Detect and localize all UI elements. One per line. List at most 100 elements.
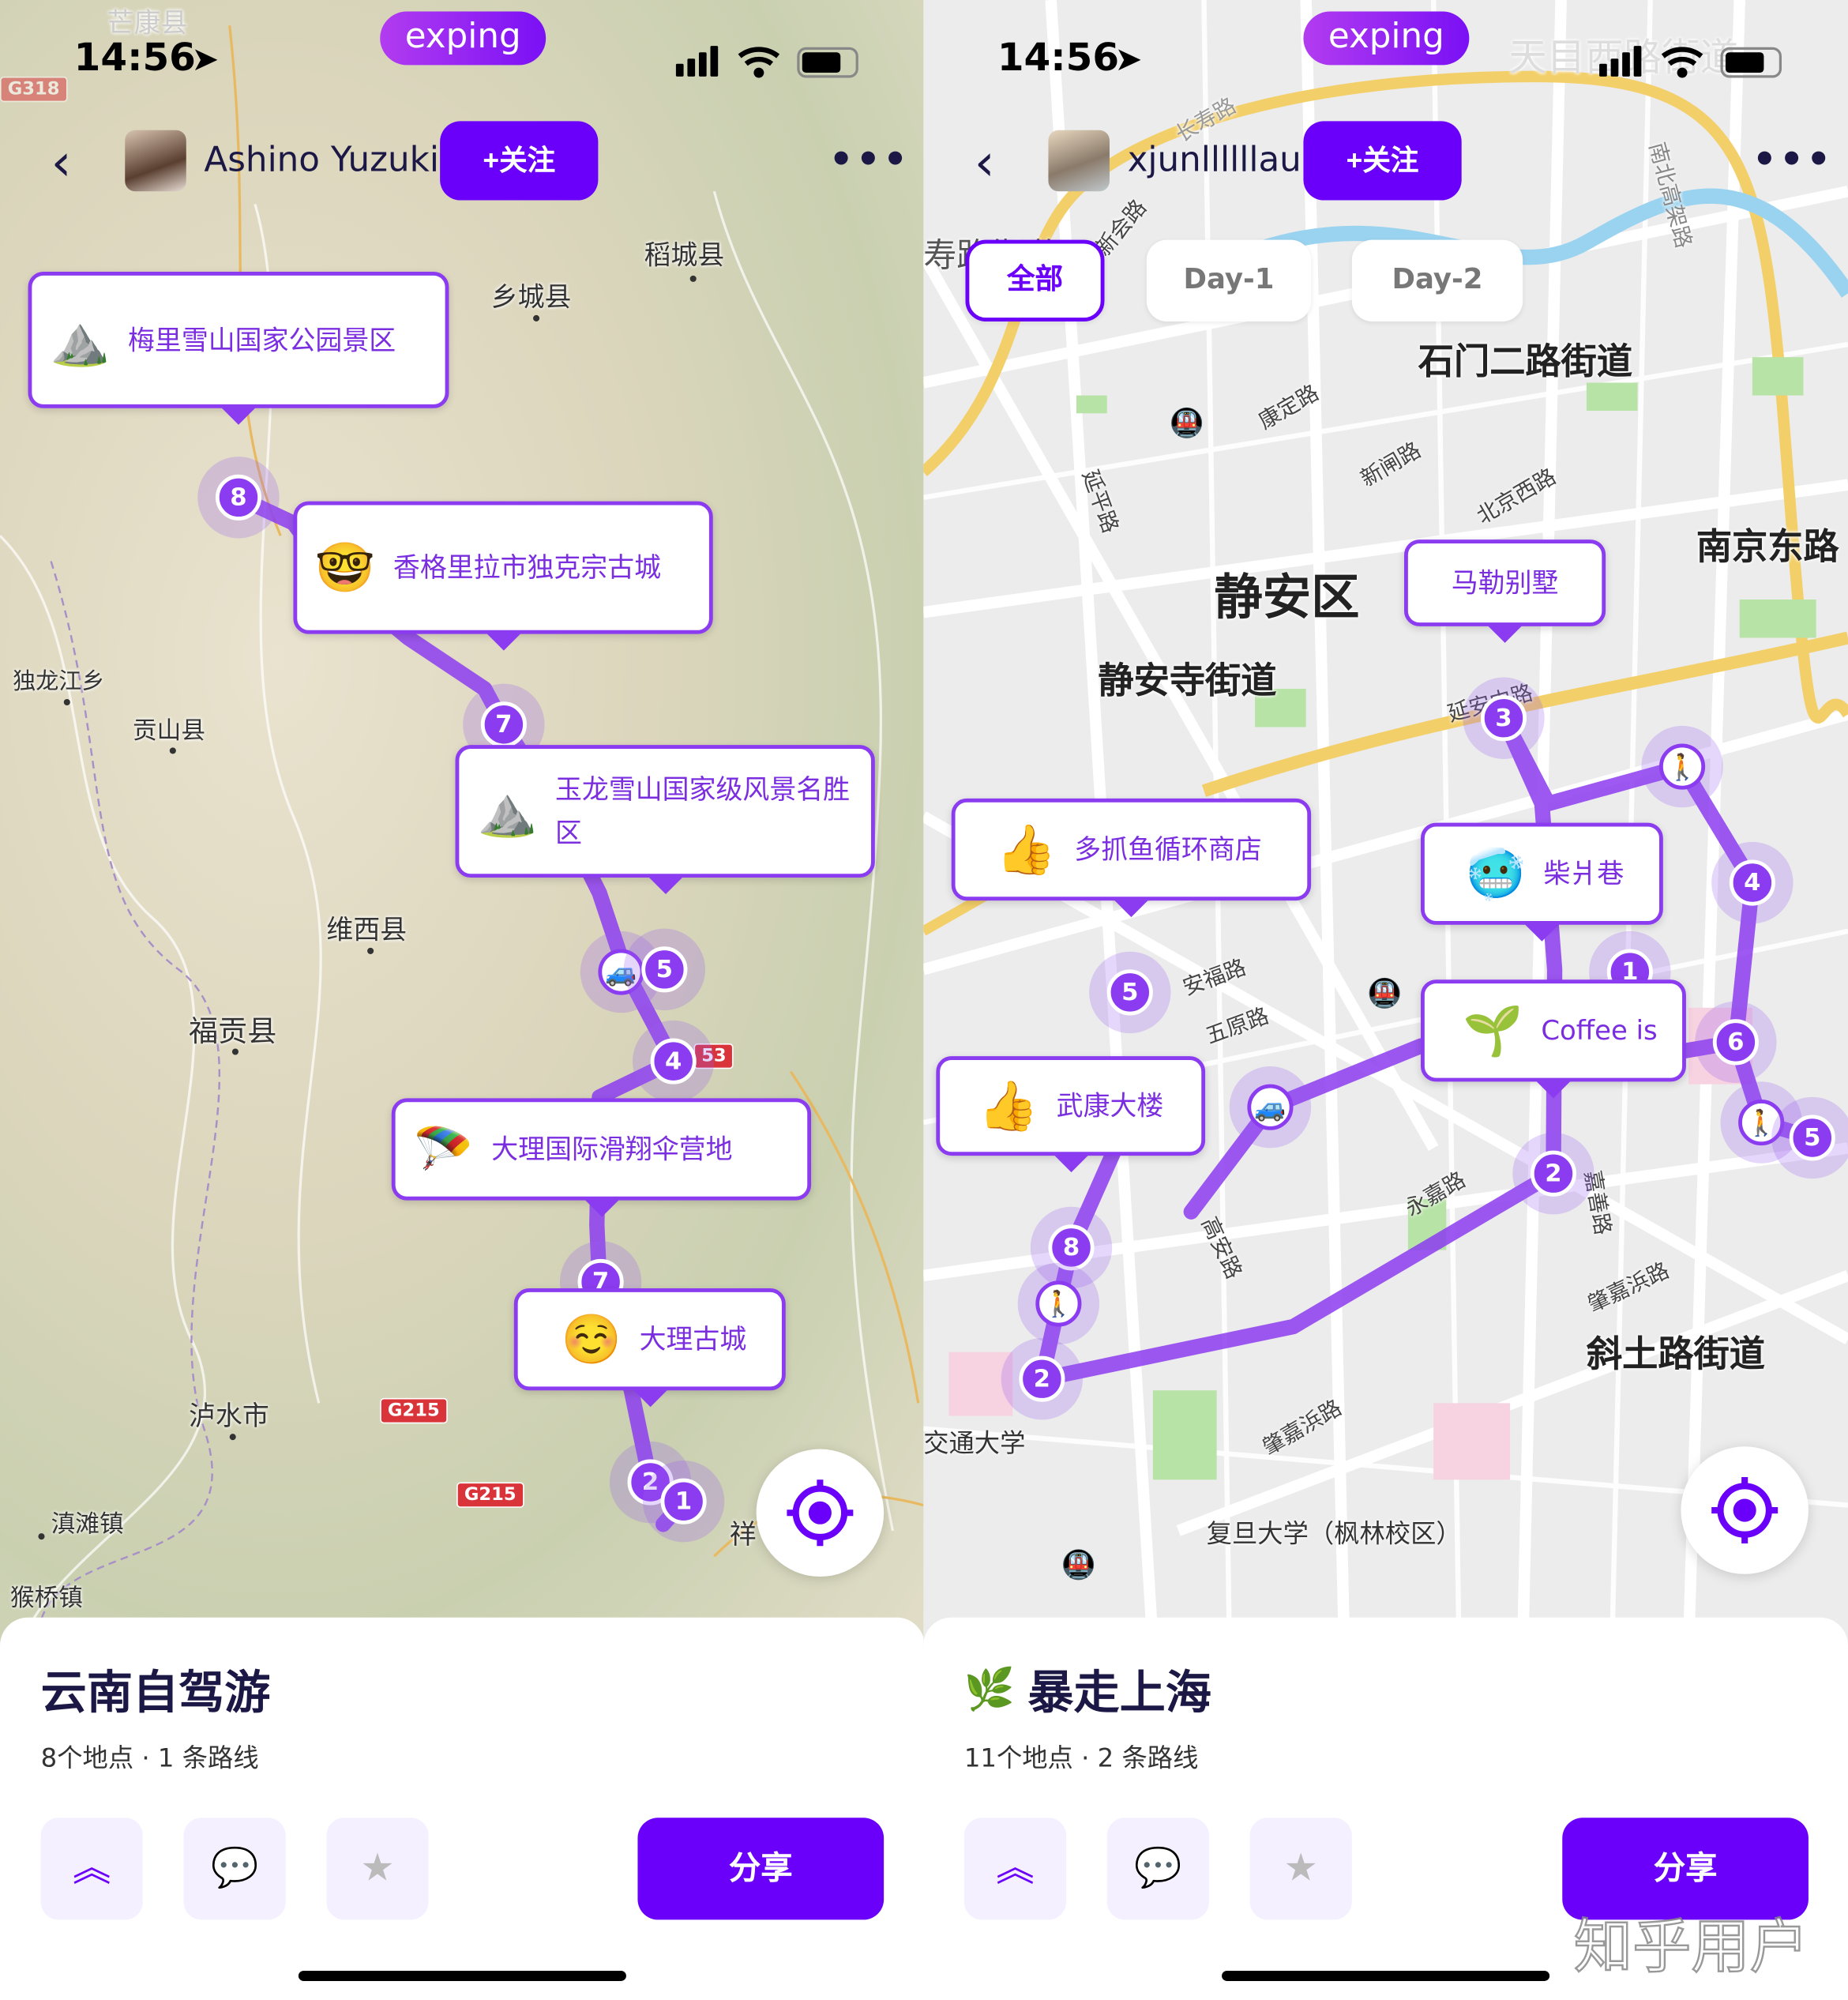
back-button[interactable]: ‹ [975, 137, 995, 189]
map-label: 福贡县 [189, 1015, 277, 1049]
car-marker-icon[interactable]: 🚙 [598, 949, 644, 995]
tab-all[interactable]: 全部 [965, 239, 1105, 321]
stop-marker[interactable]: 4 [1729, 859, 1775, 906]
place-card[interactable]: 👍 武康大楼 [936, 1056, 1206, 1173]
place-card[interactable]: 马勒别墅 [1404, 539, 1606, 643]
walking-marker-icon[interactable]: 🚶 [1658, 743, 1706, 790]
speech-bubble-icon: 💬 [1134, 1845, 1182, 1891]
favorite-button[interactable]: ★ [1249, 1818, 1352, 1920]
map-label: 斜土路街道 [1586, 1333, 1766, 1375]
watermark: 知乎用户 [1573, 1912, 1810, 1983]
speech-bubble-icon: 💬 [210, 1845, 259, 1891]
target-icon [1711, 1477, 1779, 1544]
more-icon[interactable]: ••• [1752, 137, 1834, 182]
status-time: 14:56 [997, 36, 1120, 81]
stop-marker[interactable]: 1 [660, 1478, 707, 1524]
locate-button[interactable] [1681, 1446, 1809, 1574]
stop-marker[interactable]: 3 [1480, 695, 1527, 742]
map-label: 滇滩镇 [51, 1510, 124, 1539]
location-arrow-icon: ➤ [1114, 40, 1143, 80]
map-label: 稻城县 [644, 239, 725, 271]
place-name: 玉龙雪山国家级风景名胜区 [555, 774, 851, 848]
tab-day-1[interactable]: Day-1 [1146, 239, 1312, 321]
map-label: 南京东路 [1696, 525, 1839, 568]
stop-marker[interactable]: 6 [1712, 1019, 1759, 1066]
stop-marker[interactable]: 7 [480, 701, 527, 748]
seedling-icon: 🌱 [1463, 1002, 1523, 1059]
user-name[interactable]: Ashino Yuzuki [204, 141, 439, 180]
chevrons-up-icon: ︽ [73, 1845, 111, 1891]
trip-summary: 8个地点 · 1 条路线 [40, 1742, 259, 1773]
stop-marker[interactable]: 4 [650, 1038, 697, 1085]
follow-button[interactable]: +关注 [1303, 121, 1462, 201]
place-name: 柴爿巷 [1543, 858, 1625, 889]
stop-marker[interactable]: 8 [1048, 1224, 1095, 1271]
locate-button[interactable] [756, 1449, 885, 1577]
back-button[interactable]: ‹ [51, 137, 72, 189]
trip-summary: 11个地点 · 2 条路线 [963, 1742, 1199, 1773]
nerd-face-icon: 🤓 [314, 539, 376, 596]
place-name: 武康大楼 [1056, 1090, 1164, 1122]
stop-marker[interactable]: 5 [641, 946, 688, 993]
favorite-button[interactable]: ★ [326, 1818, 429, 1920]
herb-icon: 🌿 [963, 1664, 1016, 1713]
map-label: 静安寺街道 [1098, 659, 1277, 702]
place-name: 梅里雪山国家公园景区 [128, 324, 396, 355]
stop-marker[interactable]: 2 [1530, 1150, 1577, 1197]
place-name: 多抓鱼循环商店 [1074, 834, 1262, 865]
place-name: 大理古城 [639, 1324, 747, 1355]
home-indicator [298, 1971, 626, 1981]
chevrons-up-icon: ︽ [996, 1845, 1035, 1891]
left-phone-screen: 稻城县 乡城县 独龙江乡 贡山县 维西县 福贡县 泸水市 滇滩镇 猴桥镇 祥 芒… [0, 0, 925, 2000]
place-card[interactable]: 🤓 香格里拉市独克宗古城 [293, 501, 713, 651]
place-card[interactable]: 🪂 大理国际滑翔伞营地 [391, 1098, 812, 1217]
more-icon[interactable]: ••• [829, 137, 911, 182]
avatar[interactable] [125, 130, 186, 192]
map-label: 交通大学 [923, 1427, 1026, 1458]
place-name: 大理国际滑翔伞营地 [491, 1133, 733, 1165]
car-marker-icon[interactable]: 🚙 [1247, 1084, 1294, 1130]
share-button[interactable]: 分享 [637, 1818, 885, 1920]
expand-button[interactable]: ︽ [963, 1818, 1067, 1920]
map-label: 乡城县 [490, 281, 572, 313]
thumbs-up-icon: 👍 [978, 1077, 1039, 1134]
place-card[interactable]: 🌱 Coffee is [1420, 979, 1686, 1099]
place-card[interactable]: ⛰️ 梅里雪山国家公园景区 [28, 271, 449, 425]
expand-button[interactable]: ︽ [40, 1818, 143, 1920]
mountain-icon: ⛰️ [49, 311, 111, 368]
trip-sheet: 云南自驾游 8个地点 · 1 条路线 ︽ 💬 ★ 分享 [0, 1617, 925, 2000]
trip-title: 云南自驾游 [40, 1667, 271, 1720]
app-logo: exping [1303, 11, 1470, 66]
terrain-map[interactable]: 稻城县 乡城县 独龙江乡 贡山县 维西县 福贡县 泸水市 滇滩镇 猴桥镇 祥 芒… [0, 0, 925, 1646]
place-name: 香格里拉市独克宗古城 [393, 552, 662, 584]
stop-marker[interactable]: 8 [215, 474, 262, 521]
tab-day-2[interactable]: Day-2 [1351, 239, 1523, 321]
parachute-icon: 🪂 [413, 1121, 474, 1178]
walking-marker-icon[interactable]: 🚶 [1738, 1100, 1785, 1146]
place-card[interactable]: 🥶 柴爿巷 [1420, 822, 1663, 942]
stop-marker[interactable]: 5 [1789, 1115, 1835, 1161]
city-map[interactable]: 天目西路街道 石门二路街道 静安区 静安寺街道 南京东路 斜土路街道 交通大学 … [923, 0, 1848, 1646]
map-label: 泸水市 [189, 1400, 269, 1431]
walking-marker-icon[interactable]: 🚶 [1035, 1280, 1082, 1327]
home-indicator [1222, 1971, 1550, 1981]
follow-button[interactable]: +关注 [440, 121, 599, 201]
mountain-icon: ⛰️ [476, 783, 538, 840]
map-label: 贡山县 [132, 716, 206, 746]
right-phone-screen: 天目西路街道 石门二路街道 静安区 静安寺街道 南京东路 斜土路街道 交通大学 … [923, 0, 1848, 2000]
comment-button[interactable]: 💬 [183, 1818, 286, 1920]
smiling-face-icon: ☺️ [561, 1311, 622, 1368]
map-label: 独龙江乡 [13, 668, 105, 696]
comment-button[interactable]: 💬 [1106, 1818, 1209, 1920]
user-name[interactable]: xjunllllllau [1128, 141, 1301, 180]
avatar[interactable] [1048, 130, 1110, 192]
place-card[interactable]: ⛰️ 玉龙雪山国家级风景名胜区 [455, 745, 875, 895]
status-icons [675, 46, 858, 78]
stop-marker[interactable]: 2 [1019, 1355, 1065, 1402]
status-time: 14:56 [73, 36, 196, 81]
stop-marker[interactable]: 5 [1106, 969, 1153, 1016]
metro-icon: 🚇 [1367, 978, 1403, 1011]
map-label: 祥 [729, 1519, 757, 1551]
place-card[interactable]: ☺️ 大理古城 [513, 1288, 786, 1408]
place-card[interactable]: 👍 多抓鱼循环商店 [951, 798, 1312, 918]
